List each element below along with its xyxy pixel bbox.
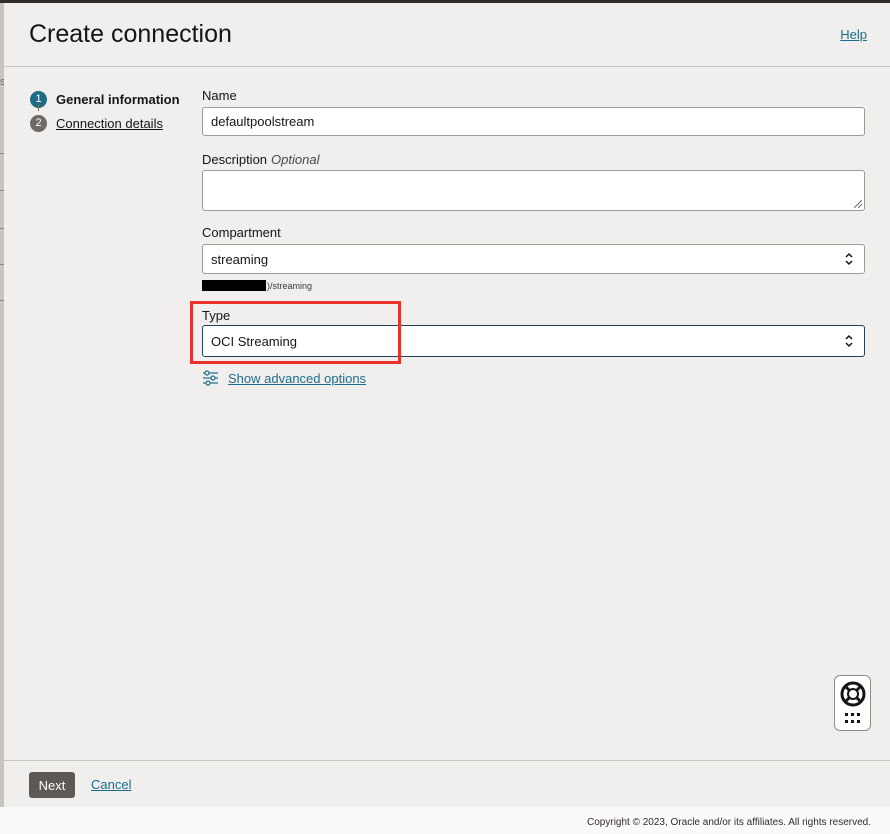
page-title: Create connection (29, 20, 232, 48)
sliders-icon (203, 370, 218, 386)
chevron-up-down-icon (845, 252, 853, 266)
compartment-path: )/streaming (202, 280, 312, 291)
name-input[interactable]: defaultpoolstream (202, 107, 865, 136)
compartment-path-suffix: )/streaming (267, 280, 313, 291)
help-link[interactable]: Help (840, 27, 867, 42)
step-label[interactable]: Connection details (56, 116, 163, 131)
chevron-up-down-icon (845, 334, 853, 348)
life-ring-icon[interactable] (840, 681, 866, 707)
name-label: Name (202, 88, 237, 103)
compartment-label: Compartment (202, 225, 281, 240)
create-connection-panel: Create connection Help 1 General informa… (4, 3, 890, 807)
step-general-information: 1 General information (30, 87, 200, 111)
wizard-steps: 1 General information 2 Connection detai… (30, 87, 200, 135)
step-connection-details[interactable]: 2 Connection details (30, 111, 200, 135)
compartment-value: streaming (211, 251, 269, 267)
name-value: defaultpoolstream (211, 114, 315, 129)
show-advanced-options-label: Show advanced options (228, 370, 367, 386)
apps-grid-icon[interactable] (845, 713, 861, 724)
help-widget[interactable] (834, 675, 871, 731)
redacted-text (202, 280, 266, 291)
panel-header: Create connection Help (4, 3, 890, 67)
step-label: General information (56, 91, 180, 107)
next-button[interactable]: Next (29, 772, 75, 798)
description-textarea[interactable] (202, 170, 865, 211)
step-connector (38, 104, 39, 111)
show-advanced-options-link[interactable]: Show advanced options (202, 370, 366, 386)
description-label-text: Description (202, 152, 268, 167)
cancel-link[interactable]: Cancel (91, 777, 131, 792)
copyright-text: Copyright © 2023, Oracle and/or its affi… (587, 817, 871, 828)
resize-handle-icon[interactable] (854, 200, 862, 208)
panel-footer: Next Cancel (4, 760, 890, 808)
copyright-bar: Copyright © 2023, Oracle and/or its affi… (0, 807, 890, 834)
highlight-box (190, 301, 401, 364)
description-label: Description Optional (202, 152, 319, 167)
optional-label: Optional (271, 152, 320, 167)
compartment-select[interactable]: streaming (202, 244, 865, 274)
step-number: 2 (30, 114, 47, 132)
